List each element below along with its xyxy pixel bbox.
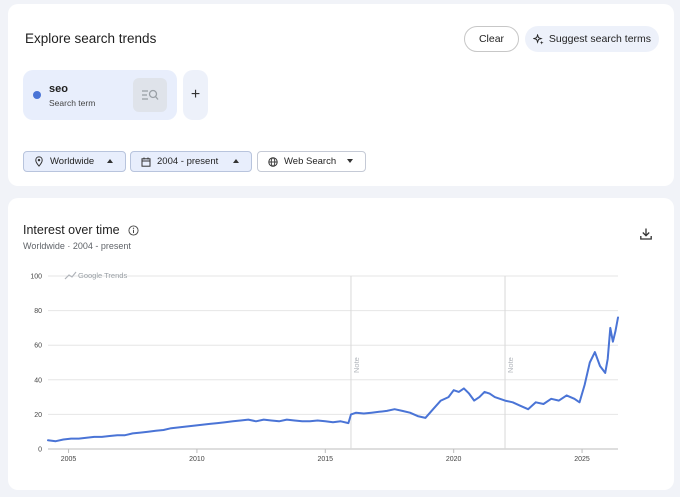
y-tick-label: 100 [30,274,42,281]
sparkle-icon [532,33,544,45]
explore-title: Explore search trends [25,31,157,46]
caret-up-icon [107,159,113,163]
x-tick-label: 2005 [61,456,77,463]
search-type-label: Web Search [284,156,337,167]
interest-chart: Note Note Google Trends 0 20 40 60 80 100 2005… [30,271,619,463]
note-label: Note [352,357,361,373]
time-range-filter[interactable]: 2004 - present [130,151,252,172]
y-tick-label: 20 [34,412,42,419]
x-tick-label: 2010 [189,456,205,463]
suggest-search-terms-button[interactable]: Suggest search terms [525,26,659,52]
y-tick-label: 0 [38,447,42,454]
clear-button[interactable]: Clear [464,26,519,52]
term-search-icon[interactable] [133,78,167,112]
caret-up-icon [233,159,239,163]
time-range-label: 2004 - present [157,156,219,167]
search-term-chip[interactable]: seo Search term [23,70,177,120]
x-tick-label: 2025 [574,456,590,463]
add-term-button[interactable]: + [183,70,208,120]
list-search-icon [142,89,159,100]
explore-card: Explore search trends Clear Suggest sear… [8,4,674,186]
location-filter-label: Worldwide [50,156,95,167]
suggest-label: Suggest search terms [548,33,652,45]
interest-over-time-card: Interest over time Worldwide · 2004 - pr… [8,198,674,490]
y-tick-label: 80 [34,308,42,315]
y-tick-label: 60 [34,343,42,350]
location-pin-icon [35,156,43,167]
calendar-icon [141,157,151,167]
search-type-filter[interactable]: Web Search [257,151,366,172]
search-term-subtitle: Search term [49,98,96,108]
watermark-label: Google Trends [78,271,127,280]
location-filter[interactable]: Worldwide [23,151,126,172]
x-tick-label: 2015 [318,456,334,463]
y-tick-label: 40 [34,377,42,384]
caret-down-icon [347,159,353,163]
x-tick-label: 2020 [446,456,462,463]
series-color-dot [33,91,41,99]
search-term-name: seo [49,83,68,95]
globe-icon [268,156,278,167]
note-label: Note [506,357,515,373]
